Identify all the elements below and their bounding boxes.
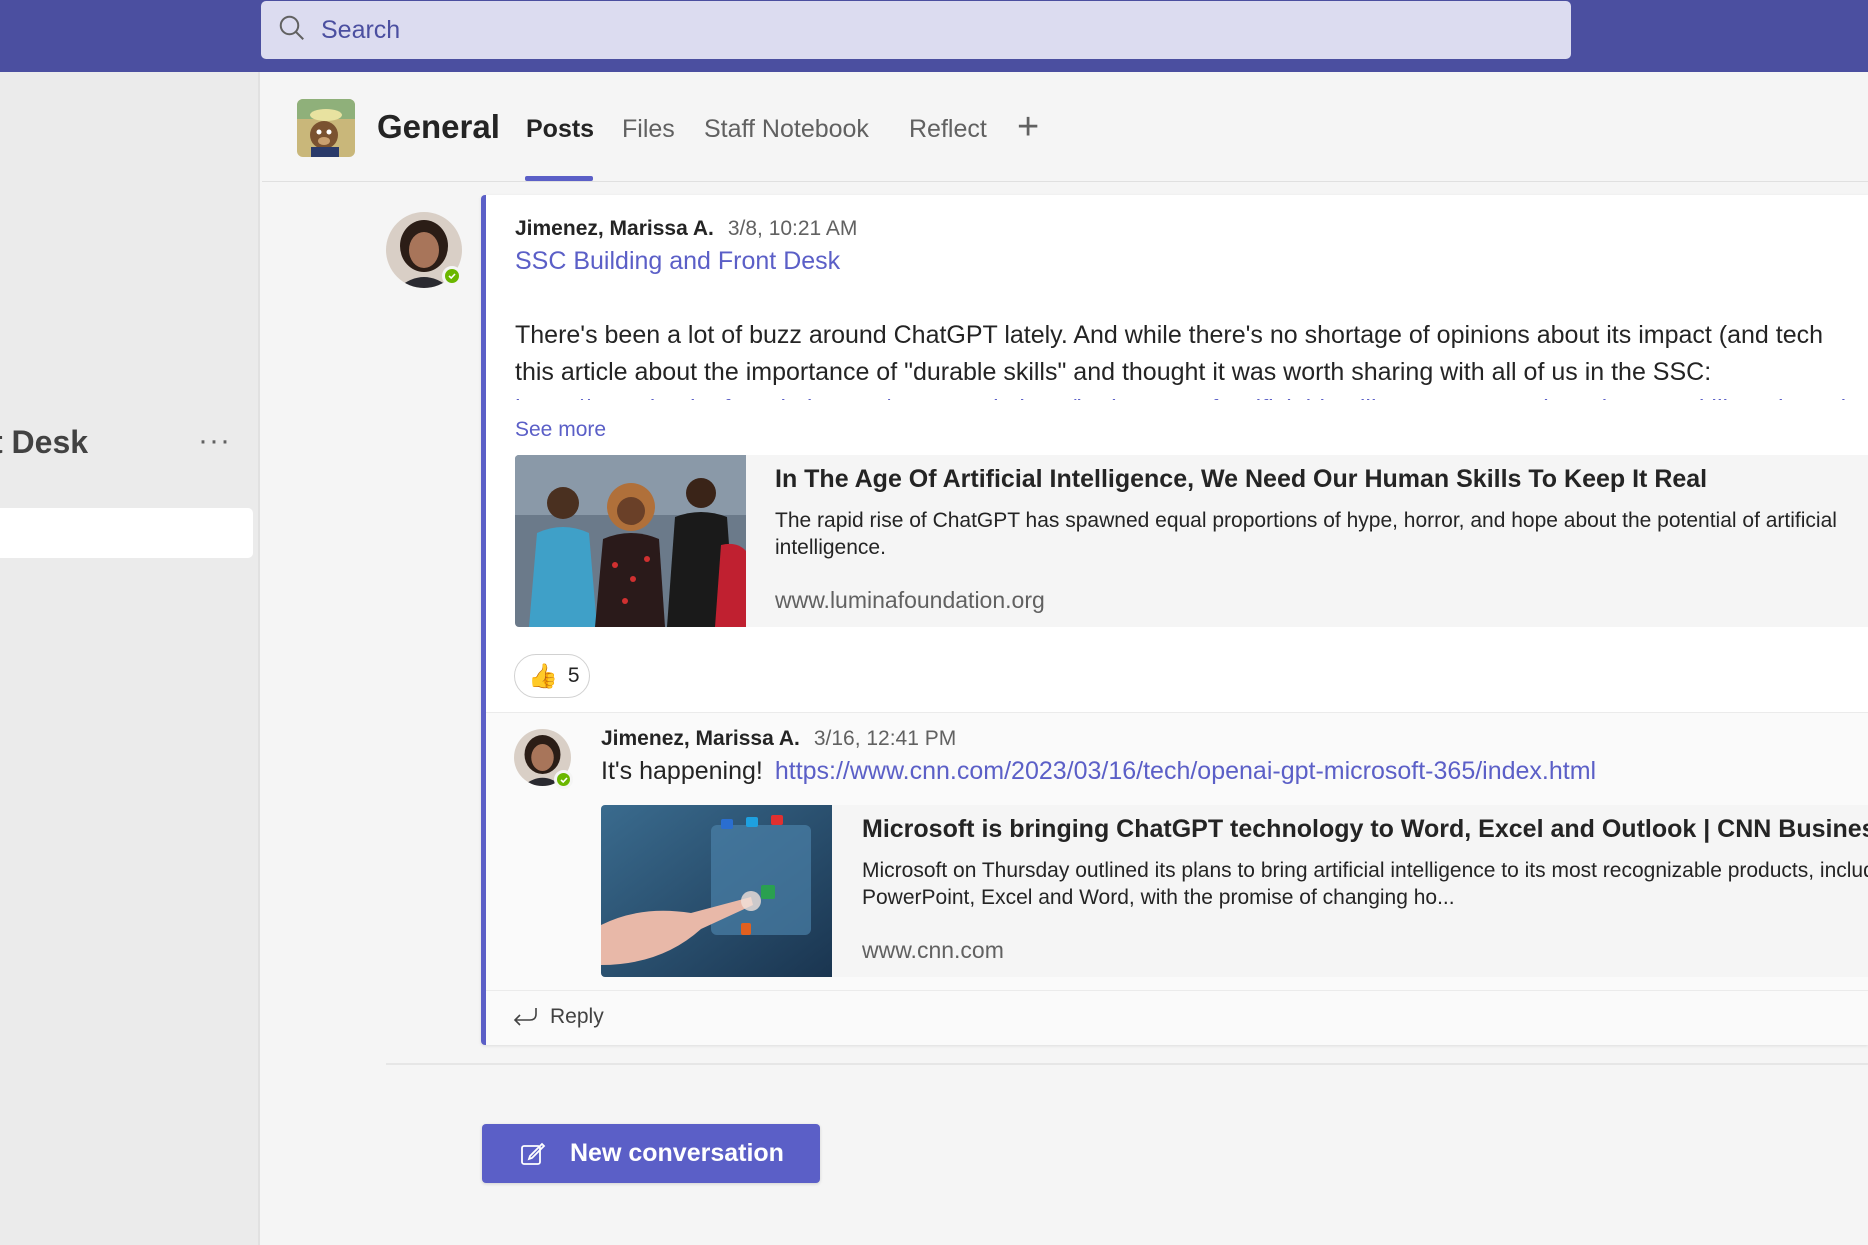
channel-header: General Posts Files Staff Notebook Refle…: [262, 72, 1868, 182]
tab-files[interactable]: Files: [622, 115, 675, 144]
more-options-icon[interactable]: ···: [198, 424, 231, 458]
tab-reflect[interactable]: Reflect: [909, 115, 987, 144]
link-preview-card[interactable]: Microsoft is bringing ChatGPT technology…: [601, 805, 1868, 977]
left-panel: t Desk ···: [0, 72, 260, 1245]
post-body-line: There's been a lot of buzz around ChatGP…: [515, 321, 1824, 349]
top-bar: Search: [0, 0, 1868, 72]
team-name[interactable]: t Desk: [0, 424, 88, 461]
post-author[interactable]: Jimenez, Marissa A.: [515, 217, 714, 240]
reply-author[interactable]: Jimenez, Marissa A.: [601, 727, 800, 750]
post-body-link[interactable]: https://www.luminafoundation.org/news-an…: [515, 391, 1868, 400]
link-preview-image: [601, 805, 832, 977]
search-icon: [277, 13, 307, 48]
team-logo: [297, 99, 355, 157]
new-conversation-button[interactable]: New conversation: [482, 1124, 820, 1183]
post-timestamp: 3/8, 10:21 AM: [727, 217, 858, 240]
reply-label: Reply: [550, 1005, 604, 1028]
reply-bar: Reply: [486, 990, 1868, 1045]
tab-posts[interactable]: Posts: [526, 115, 594, 144]
post-card: Jimenez, Marissa A. 3/8, 10:21 AM SSC Bui…: [481, 195, 1868, 1045]
link-preview-image: [515, 455, 746, 627]
reply-button[interactable]: Reply: [512, 1005, 604, 1029]
see-more-link[interactable]: See more: [515, 418, 606, 442]
search-input[interactable]: Search: [261, 1, 1571, 59]
reaction-like[interactable]: 👍 5: [514, 654, 590, 698]
reply-text: It's happening!: [601, 757, 763, 785]
post-meta: Jimenez, Marissa A. 3/8, 10:21 AM: [515, 217, 857, 241]
reply-timestamp: 3/16, 12:41 PM: [813, 727, 957, 750]
conversation-divider: [386, 1063, 1868, 1065]
link-preview-title: In The Age Of Artificial Intelligence, W…: [775, 465, 1708, 493]
thumbs-up-icon: 👍: [528, 662, 558, 690]
presence-available-icon: [442, 266, 462, 286]
post-subject[interactable]: SSC Building and Front Desk: [515, 247, 840, 276]
link-preview-card[interactable]: In The Age Of Artificial Intelligence, W…: [515, 455, 1868, 627]
reply-link[interactable]: https://www.cnn.com/2023/03/16/tech/open…: [775, 757, 1596, 785]
link-preview-description: The rapid rise of ChatGPT has spawned eq…: [775, 509, 1837, 559]
reply-meta: Jimenez, Marissa A. 3/16, 12:41 PM: [601, 727, 956, 751]
channel-title: General: [377, 108, 500, 145]
search-placeholder: Search: [321, 15, 401, 44]
sidebar-selected-item[interactable]: [0, 508, 253, 558]
plus-icon[interactable]: +: [1017, 106, 1039, 149]
active-tab-indicator: [525, 176, 593, 181]
link-preview-domain: www.luminafoundation.org: [775, 587, 1045, 613]
link-preview-title: Microsoft is bringing ChatGPT technology…: [862, 815, 1868, 843]
reaction-count: 5: [567, 664, 580, 687]
reply-arrow-icon: [513, 1008, 537, 1026]
link-preview-domain: www.cnn.com: [862, 937, 1004, 963]
reply-message: It's happening! https://www.cnn.com/2023/…: [601, 757, 1596, 786]
presence-available-icon: [554, 770, 573, 789]
link-preview-description: Microsoft on Thursday outlined its plans…: [862, 859, 1868, 909]
compose-icon: [521, 1142, 546, 1165]
new-conversation-label: New conversation: [570, 1139, 784, 1167]
post-body-line: this article about the importance of "du…: [515, 358, 1712, 386]
tab-staff-notebook[interactable]: Staff Notebook: [704, 115, 869, 144]
post-body: There's been a lot of buzz around ChatGP…: [515, 317, 1868, 400]
reply-thread: Jimenez, Marissa A. 3/16, 12:41 PM It's h…: [486, 712, 1868, 990]
